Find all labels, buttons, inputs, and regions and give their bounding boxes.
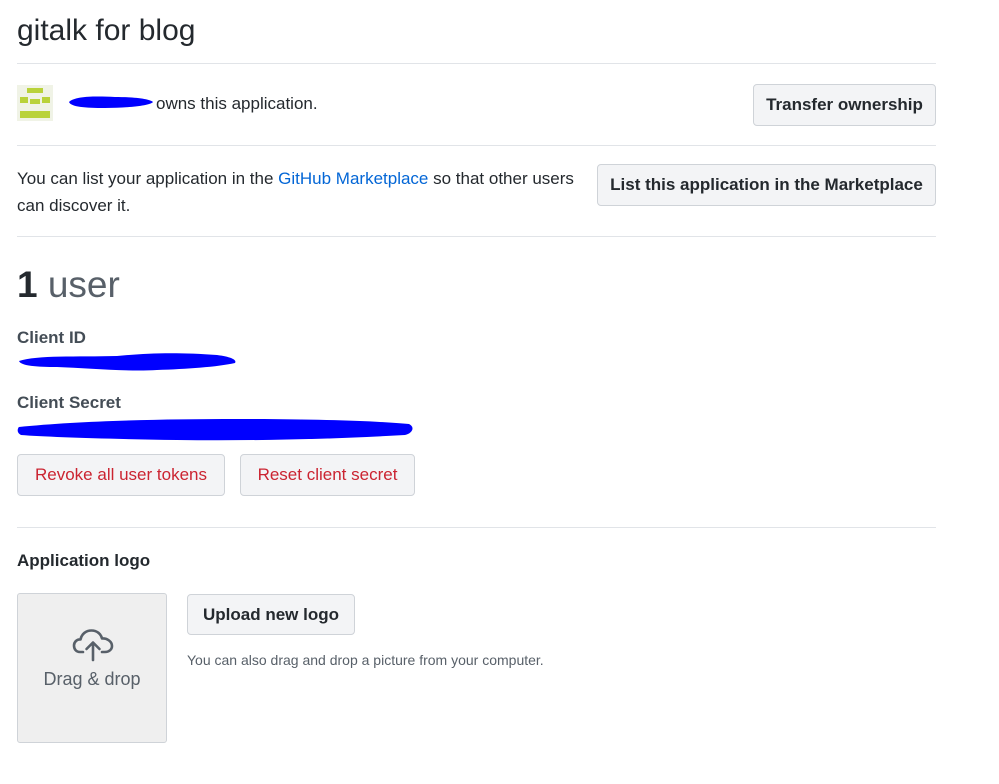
identicon-icon bbox=[17, 85, 53, 121]
marketplace-description: You can list your application in the Git… bbox=[17, 165, 597, 219]
reset-client-secret-label: Reset client secret bbox=[257, 465, 398, 484]
divider bbox=[17, 236, 936, 237]
list-in-marketplace-label: List this application in the Marketplace bbox=[610, 175, 923, 194]
logo-drop-zone[interactable]: Drag & drop bbox=[17, 593, 167, 743]
divider bbox=[17, 145, 936, 146]
divider bbox=[17, 527, 936, 528]
client-secret-label: Client Secret bbox=[17, 393, 121, 412]
page-title: gitalk for blog bbox=[17, 14, 196, 47]
reset-client-secret-button[interactable]: Reset client secret bbox=[240, 454, 415, 496]
client-id-label: Client ID bbox=[17, 328, 86, 347]
revoke-all-user-tokens-button[interactable]: Revoke all user tokens bbox=[17, 454, 225, 496]
marketplace-text-before: You can list your application in the bbox=[17, 169, 279, 188]
avatar[interactable] bbox=[17, 85, 53, 121]
upload-hint: You can also drag and drop a picture fro… bbox=[187, 652, 544, 668]
user-count-unit: user bbox=[37, 264, 120, 305]
user-count-number: 1 bbox=[17, 264, 38, 305]
transfer-ownership-button[interactable]: Transfer ownership bbox=[753, 84, 936, 126]
redacted-client-secret bbox=[17, 419, 413, 441]
application-logo-heading: Application logo bbox=[17, 551, 151, 570]
owner-statement: owns this application. bbox=[156, 94, 318, 113]
divider bbox=[17, 63, 936, 64]
revoke-all-user-tokens-label: Revoke all user tokens bbox=[35, 465, 207, 484]
redacted-owner-name[interactable] bbox=[65, 93, 155, 111]
cloud-upload-icon bbox=[72, 629, 114, 662]
upload-new-logo-label: Upload new logo bbox=[203, 604, 339, 624]
github-marketplace-link[interactable]: GitHub Marketplace bbox=[278, 169, 428, 188]
user-count: 1 user bbox=[17, 264, 120, 306]
list-in-marketplace-button[interactable]: List this application in the Marketplace bbox=[597, 164, 936, 206]
owner-row: owns this application. Transfer ownershi… bbox=[17, 84, 936, 126]
transfer-ownership-label: Transfer ownership bbox=[766, 95, 923, 114]
upload-new-logo-button[interactable]: Upload new logo bbox=[187, 594, 355, 635]
redacted-client-id bbox=[19, 353, 236, 371]
drag-drop-text: Drag & drop bbox=[43, 669, 141, 689]
